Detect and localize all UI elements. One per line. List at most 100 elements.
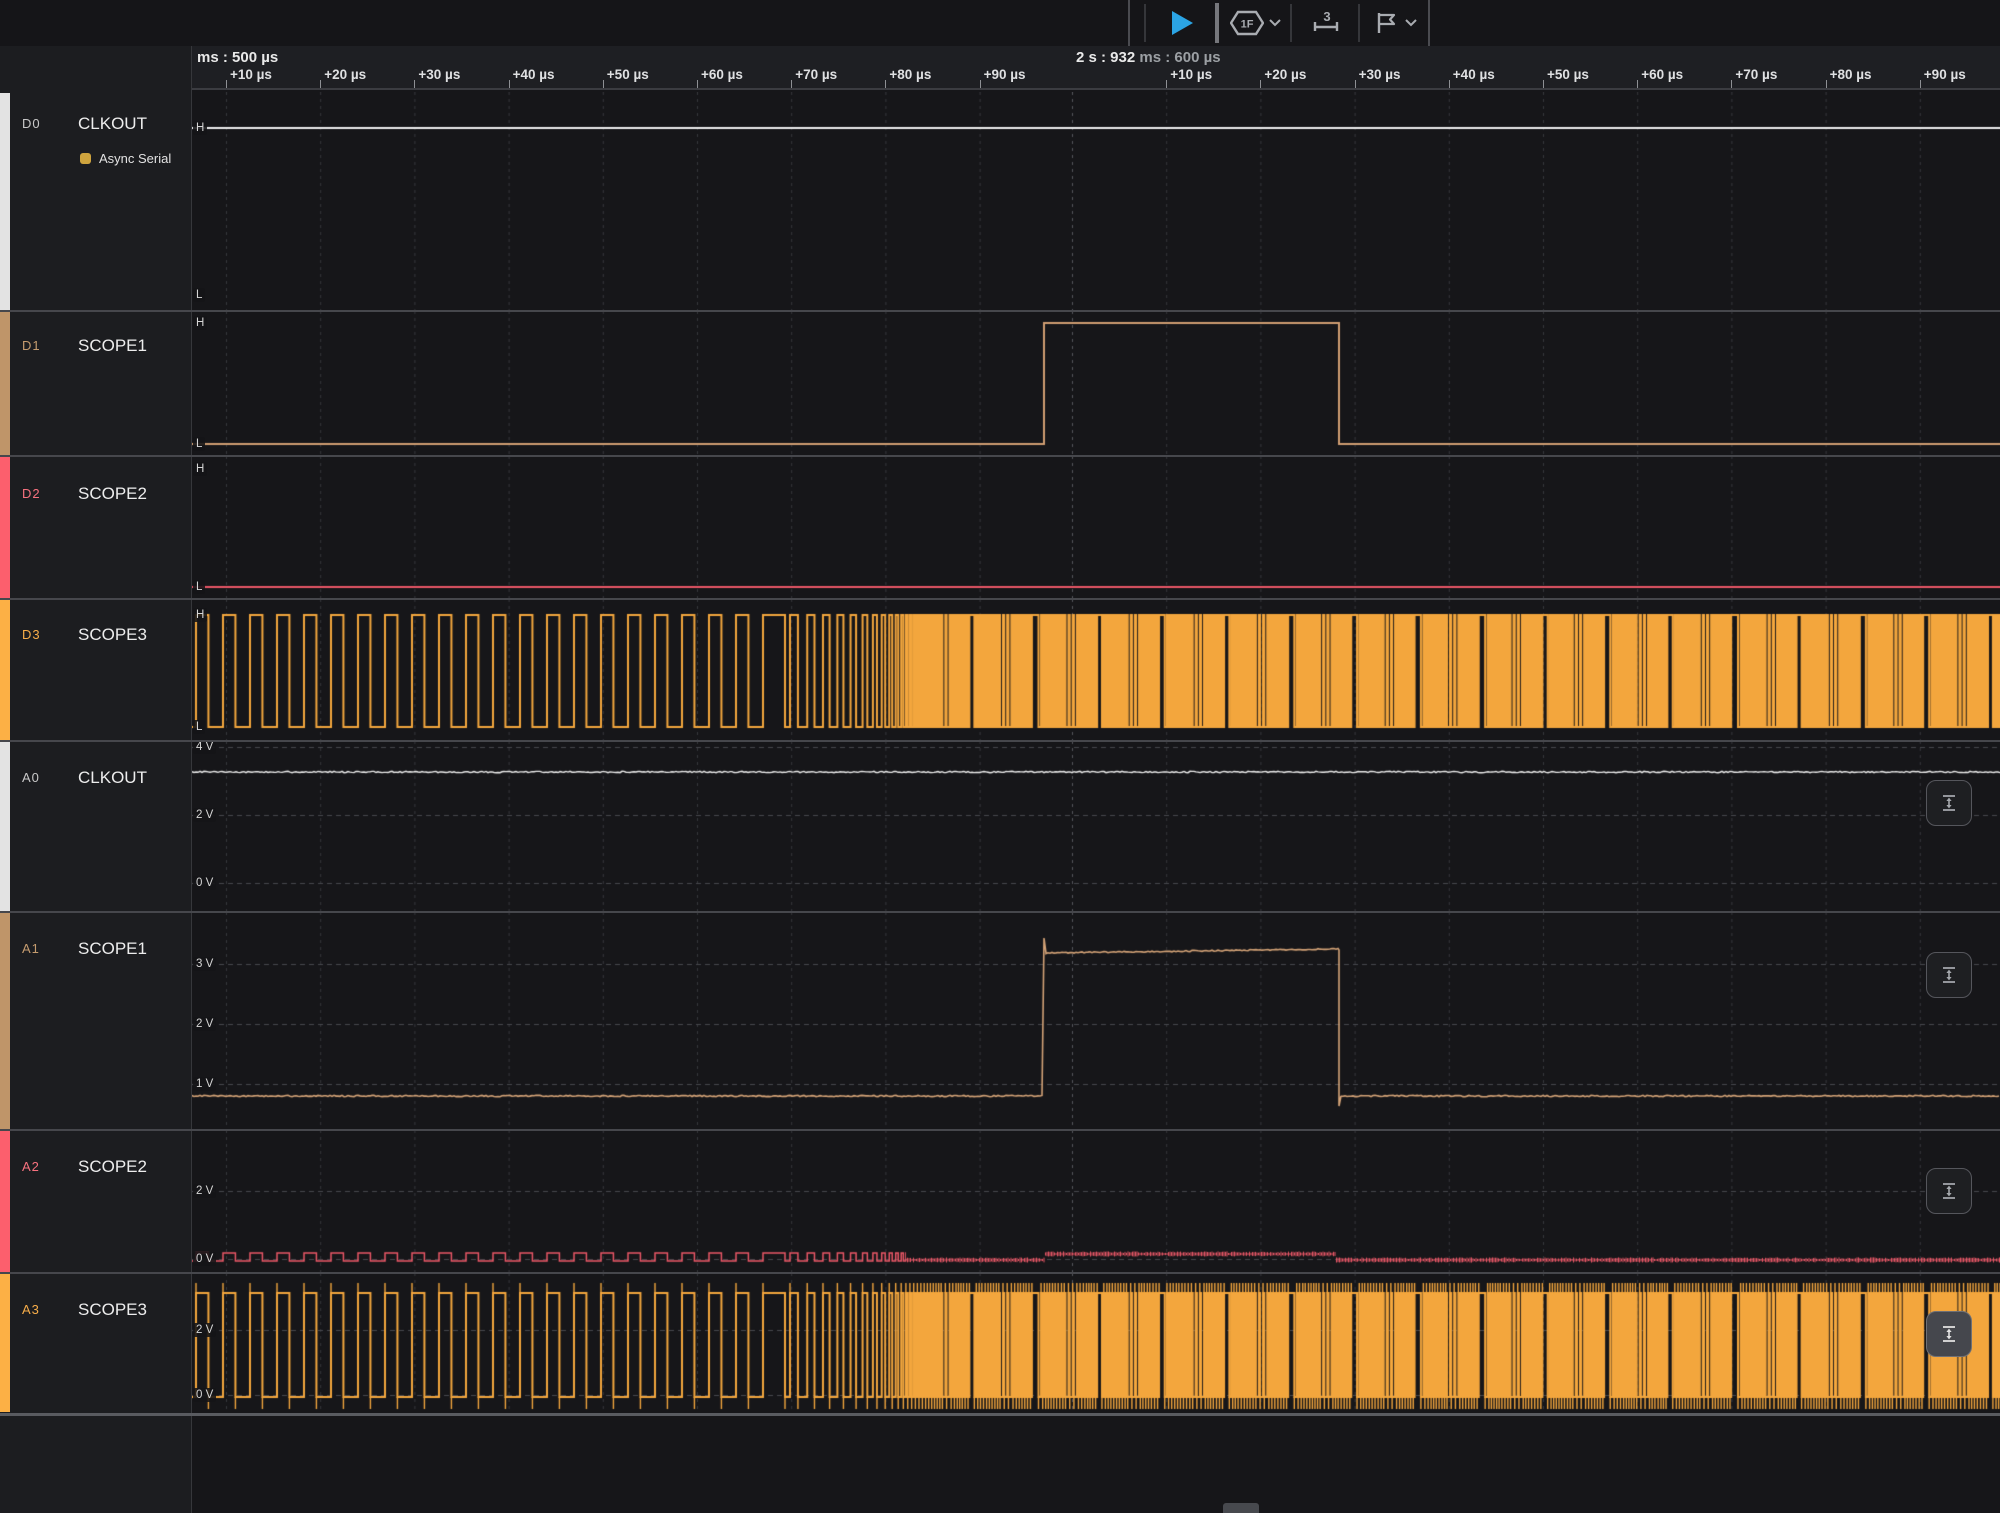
voltage-grid-label: 2 V — [193, 1017, 217, 1031]
fit-vertical-icon — [1943, 795, 1955, 811]
toolbar-divider — [1290, 4, 1292, 42]
voltage-grid-label: 2 V — [193, 808, 217, 822]
ruler-tick-mark — [226, 80, 227, 88]
a2-waveform[interactable] — [192, 1130, 2000, 1273]
channel-index-label: D2 — [22, 486, 41, 501]
play-icon — [1171, 11, 1193, 35]
toolbar-divider — [1358, 4, 1360, 42]
channel-index-label: A1 — [22, 941, 40, 956]
trigger-settings-button[interactable]: 1F — [1224, 0, 1286, 46]
row-separator — [0, 1129, 2000, 1131]
level-label-high: H — [193, 121, 208, 135]
ruler-tick-mark — [979, 80, 981, 88]
voltage-grid-label: 3 V — [193, 957, 217, 971]
top-toolbar: 1F 3 — [0, 0, 2000, 46]
ruler-tick-mark — [1731, 80, 1733, 88]
channel-name-label: SCOPE2 — [78, 484, 147, 503]
ruler-tick-label-right: +90 µs — [1923, 67, 1966, 82]
ruler-tick-label-left: +10 µs — [230, 67, 272, 82]
ruler-tick-mark — [1637, 80, 1639, 88]
ruler-tick-label-right: +30 µs — [1358, 67, 1401, 82]
fit-vertical-scale-button-a0[interactable] — [1926, 780, 1972, 826]
level-label-low: L — [193, 580, 206, 594]
channel-header-d3[interactable]: D3 SCOPE3 — [10, 599, 191, 741]
toolbar-divider — [1128, 0, 1130, 46]
row-separator — [0, 911, 2000, 913]
channel-name-label: CLKOUT — [78, 114, 147, 133]
ruler-tick-mark — [697, 80, 698, 88]
svg-text:3: 3 — [1323, 10, 1330, 24]
level-label-low: L — [193, 437, 206, 451]
channel-index-label: D0 — [22, 116, 41, 131]
ruler-tick-mark — [1448, 80, 1450, 88]
run-capture-button[interactable] — [1152, 0, 1212, 46]
hexagon-1f-icon: 1F — [1229, 10, 1264, 36]
channel-name-label: SCOPE3 — [78, 625, 147, 644]
chevron-down-icon — [1268, 19, 1281, 27]
ruler-tick-mark — [1354, 80, 1356, 88]
channel-name-label: SCOPE1 — [78, 939, 147, 958]
ruler-tick-label-right: +20 µs — [1264, 67, 1307, 82]
channel-index-label: A0 — [22, 770, 40, 785]
channel-header-a2[interactable]: A2 SCOPE2 — [10, 1130, 191, 1273]
ruler-right-anchor-label: 2 s : 932 ms : 600 µs — [1076, 49, 1221, 66]
channel-color-strip-a3 — [0, 1274, 10, 1412]
channel-index-label: D1 — [22, 338, 41, 353]
channel-index-label: A2 — [22, 1159, 40, 1174]
ruler-tick-label-right: +80 µs — [1829, 67, 1872, 82]
annotations-button[interactable] — [1366, 0, 1424, 46]
measurements-button[interactable]: 3 — [1300, 0, 1352, 46]
row-separator-bottom — [0, 1413, 2000, 1416]
analyzer-row-async-serial[interactable]: Async Serial — [80, 151, 171, 166]
channel-header-d2[interactable]: D2 SCOPE2 — [10, 456, 191, 599]
fit-vertical-icon — [1943, 967, 1955, 983]
ruler-tick-mark — [414, 80, 416, 88]
channel-color-strip-a1 — [0, 913, 10, 1129]
d3-waveform[interactable] — [192, 599, 2000, 741]
voltage-grid-label: 4 V — [193, 740, 217, 754]
fit-vertical-icon — [1943, 1326, 1955, 1342]
level-label-low: L — [193, 288, 206, 302]
ruler-tick-mark — [1166, 80, 1168, 88]
a1-waveform[interactable] — [192, 912, 2000, 1130]
level-label-high: H — [193, 608, 208, 622]
toolbar-divider — [1215, 3, 1219, 43]
flag-icon — [1377, 13, 1395, 33]
channel-header-d1[interactable]: D1 SCOPE1 — [10, 311, 191, 456]
d2-waveform[interactable] — [192, 456, 2000, 599]
a3-waveform[interactable] — [192, 1273, 2000, 1413]
toolbar-divider — [1144, 4, 1146, 42]
ruler-tick-label-left: +40 µs — [512, 67, 555, 82]
ruler-tick-label-left: +80 µs — [889, 67, 932, 82]
ruler-tick-label-left: +30 µs — [418, 67, 461, 82]
channel-name-label: SCOPE1 — [78, 336, 147, 355]
channel-color-strip-a2 — [0, 1131, 10, 1272]
fit-vertical-scale-button-a3[interactable] — [1926, 1311, 1972, 1357]
channel-index-label: D3 — [22, 627, 41, 642]
time-ruler[interactable]: ms : 500 µs 2 s : 932 ms : 600 µs +10 µs… — [192, 46, 2000, 90]
horizontal-scrollbar-thumb[interactable] — [1223, 1503, 1259, 1513]
svg-text:1F: 1F — [1240, 19, 1253, 31]
row-separator — [0, 1272, 2000, 1274]
row-separator — [0, 455, 2000, 457]
channel-header-a0[interactable]: A0 CLKOUT — [10, 741, 191, 912]
row-separator — [0, 598, 2000, 600]
ruler-tick-label-left: +60 µs — [701, 67, 743, 82]
channel-header-a3[interactable]: A3 SCOPE3 — [10, 1273, 191, 1413]
ruler-tick-label-right: +60 µs — [1641, 67, 1684, 82]
channel-header-a1[interactable]: A1 SCOPE1 — [10, 912, 191, 1130]
channel-color-strip-d3 — [0, 600, 10, 740]
a0-waveform[interactable] — [192, 741, 2000, 912]
channel-name-label: SCOPE2 — [78, 1157, 147, 1176]
d1-waveform[interactable] — [192, 311, 2000, 456]
ruler-tick-mark — [1260, 80, 1262, 88]
fit-vertical-scale-button-a1[interactable] — [1926, 952, 1972, 998]
d0-waveform[interactable] — [192, 92, 2000, 311]
ruler-tick-label-right: +70 µs — [1735, 67, 1778, 82]
row-separator — [0, 310, 2000, 312]
voltage-grid-label: 0 V — [193, 876, 217, 890]
channel-header-d0[interactable]: D0 CLKOUT Async Serial — [10, 92, 191, 311]
fit-vertical-scale-button-a2[interactable] — [1926, 1168, 1972, 1214]
ruler-tick-label-left: +70 µs — [795, 67, 838, 82]
logic-analyzer-window: 1F 3 ms : 500 µs 2 s: 932 ms: 600 µs +… — [0, 0, 2000, 1513]
